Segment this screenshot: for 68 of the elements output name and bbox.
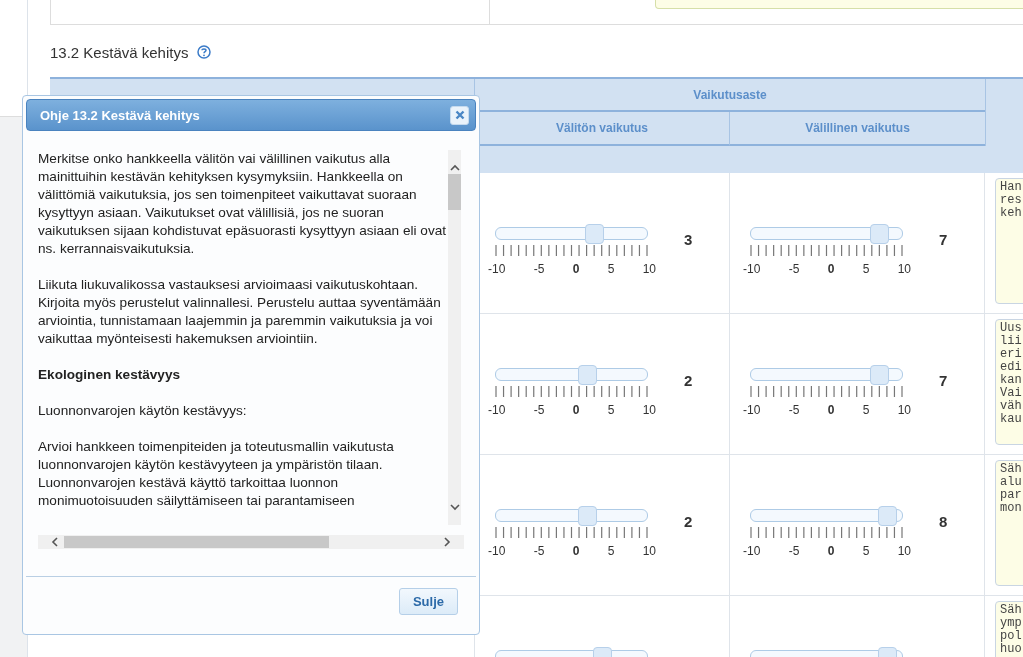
scale-label: -10 (488, 544, 506, 558)
comment-field[interactable]: Säh alu par mon (995, 460, 1023, 586)
help-heading: Ekologinen kestävyys (38, 366, 182, 384)
scale-label: 10 (642, 544, 656, 558)
slider-value: 2 (684, 372, 693, 389)
scrollbar-thumb[interactable] (448, 174, 461, 210)
scale-label: -10 (743, 262, 761, 276)
comment-field[interactable]: Uus lii eri edi kan Vai väh kau (995, 319, 1023, 445)
help-paragraph: Arvioi hankkeen toimenpiteiden ja toteutusmallin vaikutusta luonnonvarojen käytön kestävyyteen ja ympäristön tilaan. Luonnonvarojen kestävä käyttö tarkoittaa luonnon monimuotoisuuden säilyttämiseen tai parantamiseen (38, 438, 395, 510)
scrollbar-thumb[interactable] (64, 536, 329, 548)
help-paragraph: Liikuta liukuvalikossa vastauksesi arvioimaasi vaikutuskohtaan. Kirjoita myös perustelut valinnallesi. Perustelu auttaa syventämään arviointia, tunnistamaan laajemmin ja paremmin vaikutuksia ja voi vaikuttaa myönteisesti hakemuksen arviointiin. (38, 276, 442, 348)
slider-thumb[interactable] (577, 506, 597, 526)
scale-label: 0 (572, 403, 580, 417)
scale-label: 0 (572, 262, 580, 276)
scroll-left-icon[interactable] (51, 537, 58, 547)
slider-thumb[interactable] (577, 365, 597, 385)
scale-label: -5 (533, 403, 545, 417)
scale-label: 10 (897, 403, 911, 417)
scale-label: -10 (743, 403, 761, 417)
scale-label: 5 (862, 403, 870, 417)
text-field[interactable] (655, 0, 1023, 9)
dialog-title: Ohje 13.2 Kestävä kehitys (40, 107, 200, 123)
scale-label: -5 (788, 544, 800, 558)
scale-label: 10 (642, 262, 656, 276)
comment-field[interactable]: Säh ymp pol huo (995, 601, 1023, 657)
scale-label: -5 (788, 262, 800, 276)
scale-label: 0 (827, 403, 835, 417)
scale-label: 5 (862, 544, 870, 558)
scale-label: 0 (827, 544, 835, 558)
scale-label: 5 (607, 262, 615, 276)
slider-value: 7 (939, 372, 948, 389)
scale-label: -5 (533, 262, 545, 276)
slider-thumb[interactable] (877, 506, 897, 526)
scale-label: 10 (897, 262, 911, 276)
scale-label: 5 (607, 403, 615, 417)
close-button[interactable] (450, 105, 469, 125)
section-title: 13.2 Kestävä kehitys (50, 43, 189, 61)
scale-label: 10 (642, 403, 656, 417)
help-paragraph: Merkitse onko hankkeella välitön vai välillinen vaikutus alla mainittuihin kestävän kehityksen kysymyksiin. Hankkeella on välittömiä vaikutuksia, jos sen toimenpiteet vaikuttavat suoraan kysyttyyn asiaan. Vaikutukset ovat välillisiä, jos ne suoran vaikutuksen sijaan kohdistuvat epäsuorasti kysyttyyn asiaan eli ovat ns. kerrannaisvaikutuksia. (38, 150, 448, 258)
scale-label: -10 (488, 403, 506, 417)
group-header: Vaikutusaste (475, 79, 985, 112)
slider-value: 2 (684, 513, 693, 530)
close-dialog-button[interactable]: Sulje (398, 588, 458, 615)
scale-label: -10 (743, 544, 761, 558)
horizontal-scrollbar[interactable] (38, 535, 464, 549)
slider-value: 3 (684, 231, 693, 248)
slider-value: 8 (939, 513, 948, 530)
vertical-scrollbar[interactable] (448, 150, 461, 525)
scale-label: 10 (897, 544, 911, 558)
scroll-down-icon[interactable] (450, 504, 460, 511)
slider-thumb[interactable] (870, 224, 890, 244)
scroll-up-icon[interactable] (450, 164, 460, 171)
scale-label: 0 (572, 544, 580, 558)
scale-label: 0 (827, 262, 835, 276)
column-header: Välillinen vaikutus (730, 112, 985, 146)
help-paragraph: Luonnonvarojen käytön kestävyys: (38, 402, 248, 420)
help-icon[interactable] (197, 45, 212, 59)
scale-label: -10 (488, 262, 506, 276)
scale-label: -5 (788, 403, 800, 417)
scale-label: 5 (607, 544, 615, 558)
comment-field[interactable]: Han res keh (995, 178, 1023, 304)
scale-label: -5 (533, 544, 545, 558)
scale-label: 5 (862, 262, 870, 276)
slider-thumb[interactable] (585, 224, 605, 244)
close-icon (454, 110, 465, 120)
scroll-right-icon[interactable] (444, 537, 451, 547)
slider-value: 7 (939, 231, 948, 248)
slider-thumb[interactable] (870, 365, 890, 385)
